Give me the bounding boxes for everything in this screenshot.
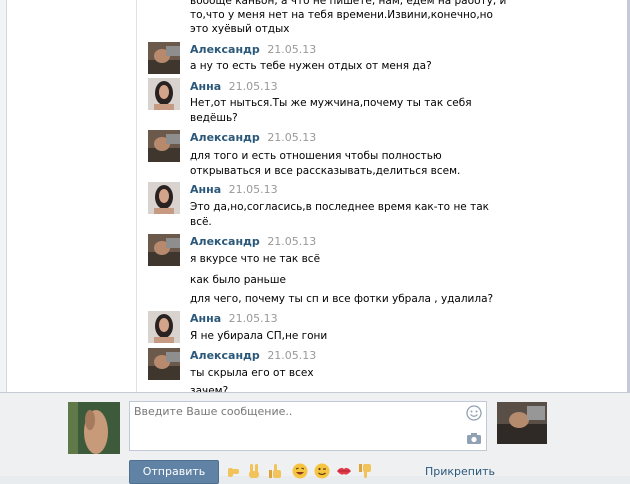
message-line: это хуёвый отдых xyxy=(190,23,290,35)
thumbs-down-emoji[interactable] xyxy=(357,463,373,479)
message-line: для чего, почему ты сп и все фотки убрал… xyxy=(190,293,494,305)
message-author[interactable]: Анна xyxy=(190,183,221,196)
left-divider xyxy=(0,0,7,392)
attach-link[interactable]: Прикрепить xyxy=(425,465,495,478)
message-line: Я не убирала СП,не гони xyxy=(190,330,328,342)
message-author[interactable]: Александр xyxy=(190,349,260,362)
message-author[interactable]: Анна xyxy=(190,80,221,93)
avatar-alexander[interactable] xyxy=(148,42,180,74)
avatar-anna[interactable] xyxy=(148,182,180,214)
message-date: 21.05.13 xyxy=(228,312,278,325)
camera-icon[interactable] xyxy=(466,432,482,445)
kiss-lips-emoji[interactable] xyxy=(336,463,352,479)
message-date: 21.05.13 xyxy=(267,43,317,56)
peer-avatar[interactable] xyxy=(497,402,547,444)
message-line: открываться и все рассказывать,делиться … xyxy=(190,165,461,177)
avatar-alexander[interactable] xyxy=(148,348,180,380)
message-composer: Отправить Прикрепить xyxy=(0,392,630,484)
message-line: вообще каньон, а что не пишете, нам, еде… xyxy=(190,0,507,7)
message-date: 21.05.13 xyxy=(267,235,317,248)
message-line: Это да,но,согласись,в последнее время ка… xyxy=(190,201,489,213)
avatar-alexander[interactable] xyxy=(148,234,180,266)
message-date: 21.05.13 xyxy=(228,80,278,93)
send-button[interactable]: Отправить xyxy=(129,460,219,484)
message-line: Нет,от ныться.Ты же мужчина,почему ты та… xyxy=(190,97,472,109)
message-author[interactable]: Александр xyxy=(190,43,260,56)
message-line: всё. xyxy=(190,216,212,228)
message-line: для того и есть отношения чтобы полность… xyxy=(190,150,442,162)
message-line: то,что у меня нет на тебя времени.Извини… xyxy=(190,9,493,21)
my-avatar[interactable] xyxy=(68,402,120,454)
message-date: 21.05.13 xyxy=(228,183,278,196)
victory-hand-emoji[interactable] xyxy=(246,463,262,479)
avatar-anna[interactable] xyxy=(148,311,180,343)
message-line: а ну то есть тебе нужен отдых от меня да… xyxy=(190,60,432,72)
message-line: ведёшь? xyxy=(190,112,238,124)
message-input[interactable] xyxy=(130,402,458,452)
message-input-box[interactable] xyxy=(129,401,487,452)
message-line: зачем? xyxy=(190,385,229,392)
conversation-panel: вообще каньон, а что не пишете, нам, еде… xyxy=(0,0,630,392)
avatar-anna[interactable] xyxy=(148,78,180,110)
message-line: я вкурсе что не так всё xyxy=(190,253,321,265)
message-author[interactable]: Александр xyxy=(190,235,260,248)
message-date: 21.05.13 xyxy=(267,349,317,362)
message-author[interactable]: Анна xyxy=(190,312,221,325)
message-date: 21.05.13 xyxy=(267,131,317,144)
winking-face-emoji[interactable] xyxy=(314,463,330,479)
smile-icon[interactable] xyxy=(466,405,482,421)
avatar-alexander[interactable] xyxy=(148,130,180,162)
hand-pointing-right-emoji[interactable] xyxy=(226,463,242,479)
laughing-face-emoji[interactable] xyxy=(292,463,308,479)
thumbs-up-emoji[interactable] xyxy=(267,463,283,479)
message-line: как было раньше xyxy=(190,274,286,286)
message-author[interactable]: Александр xyxy=(190,131,260,144)
message-line: ты скрыла его от всех xyxy=(190,367,314,379)
column-divider xyxy=(136,0,137,392)
